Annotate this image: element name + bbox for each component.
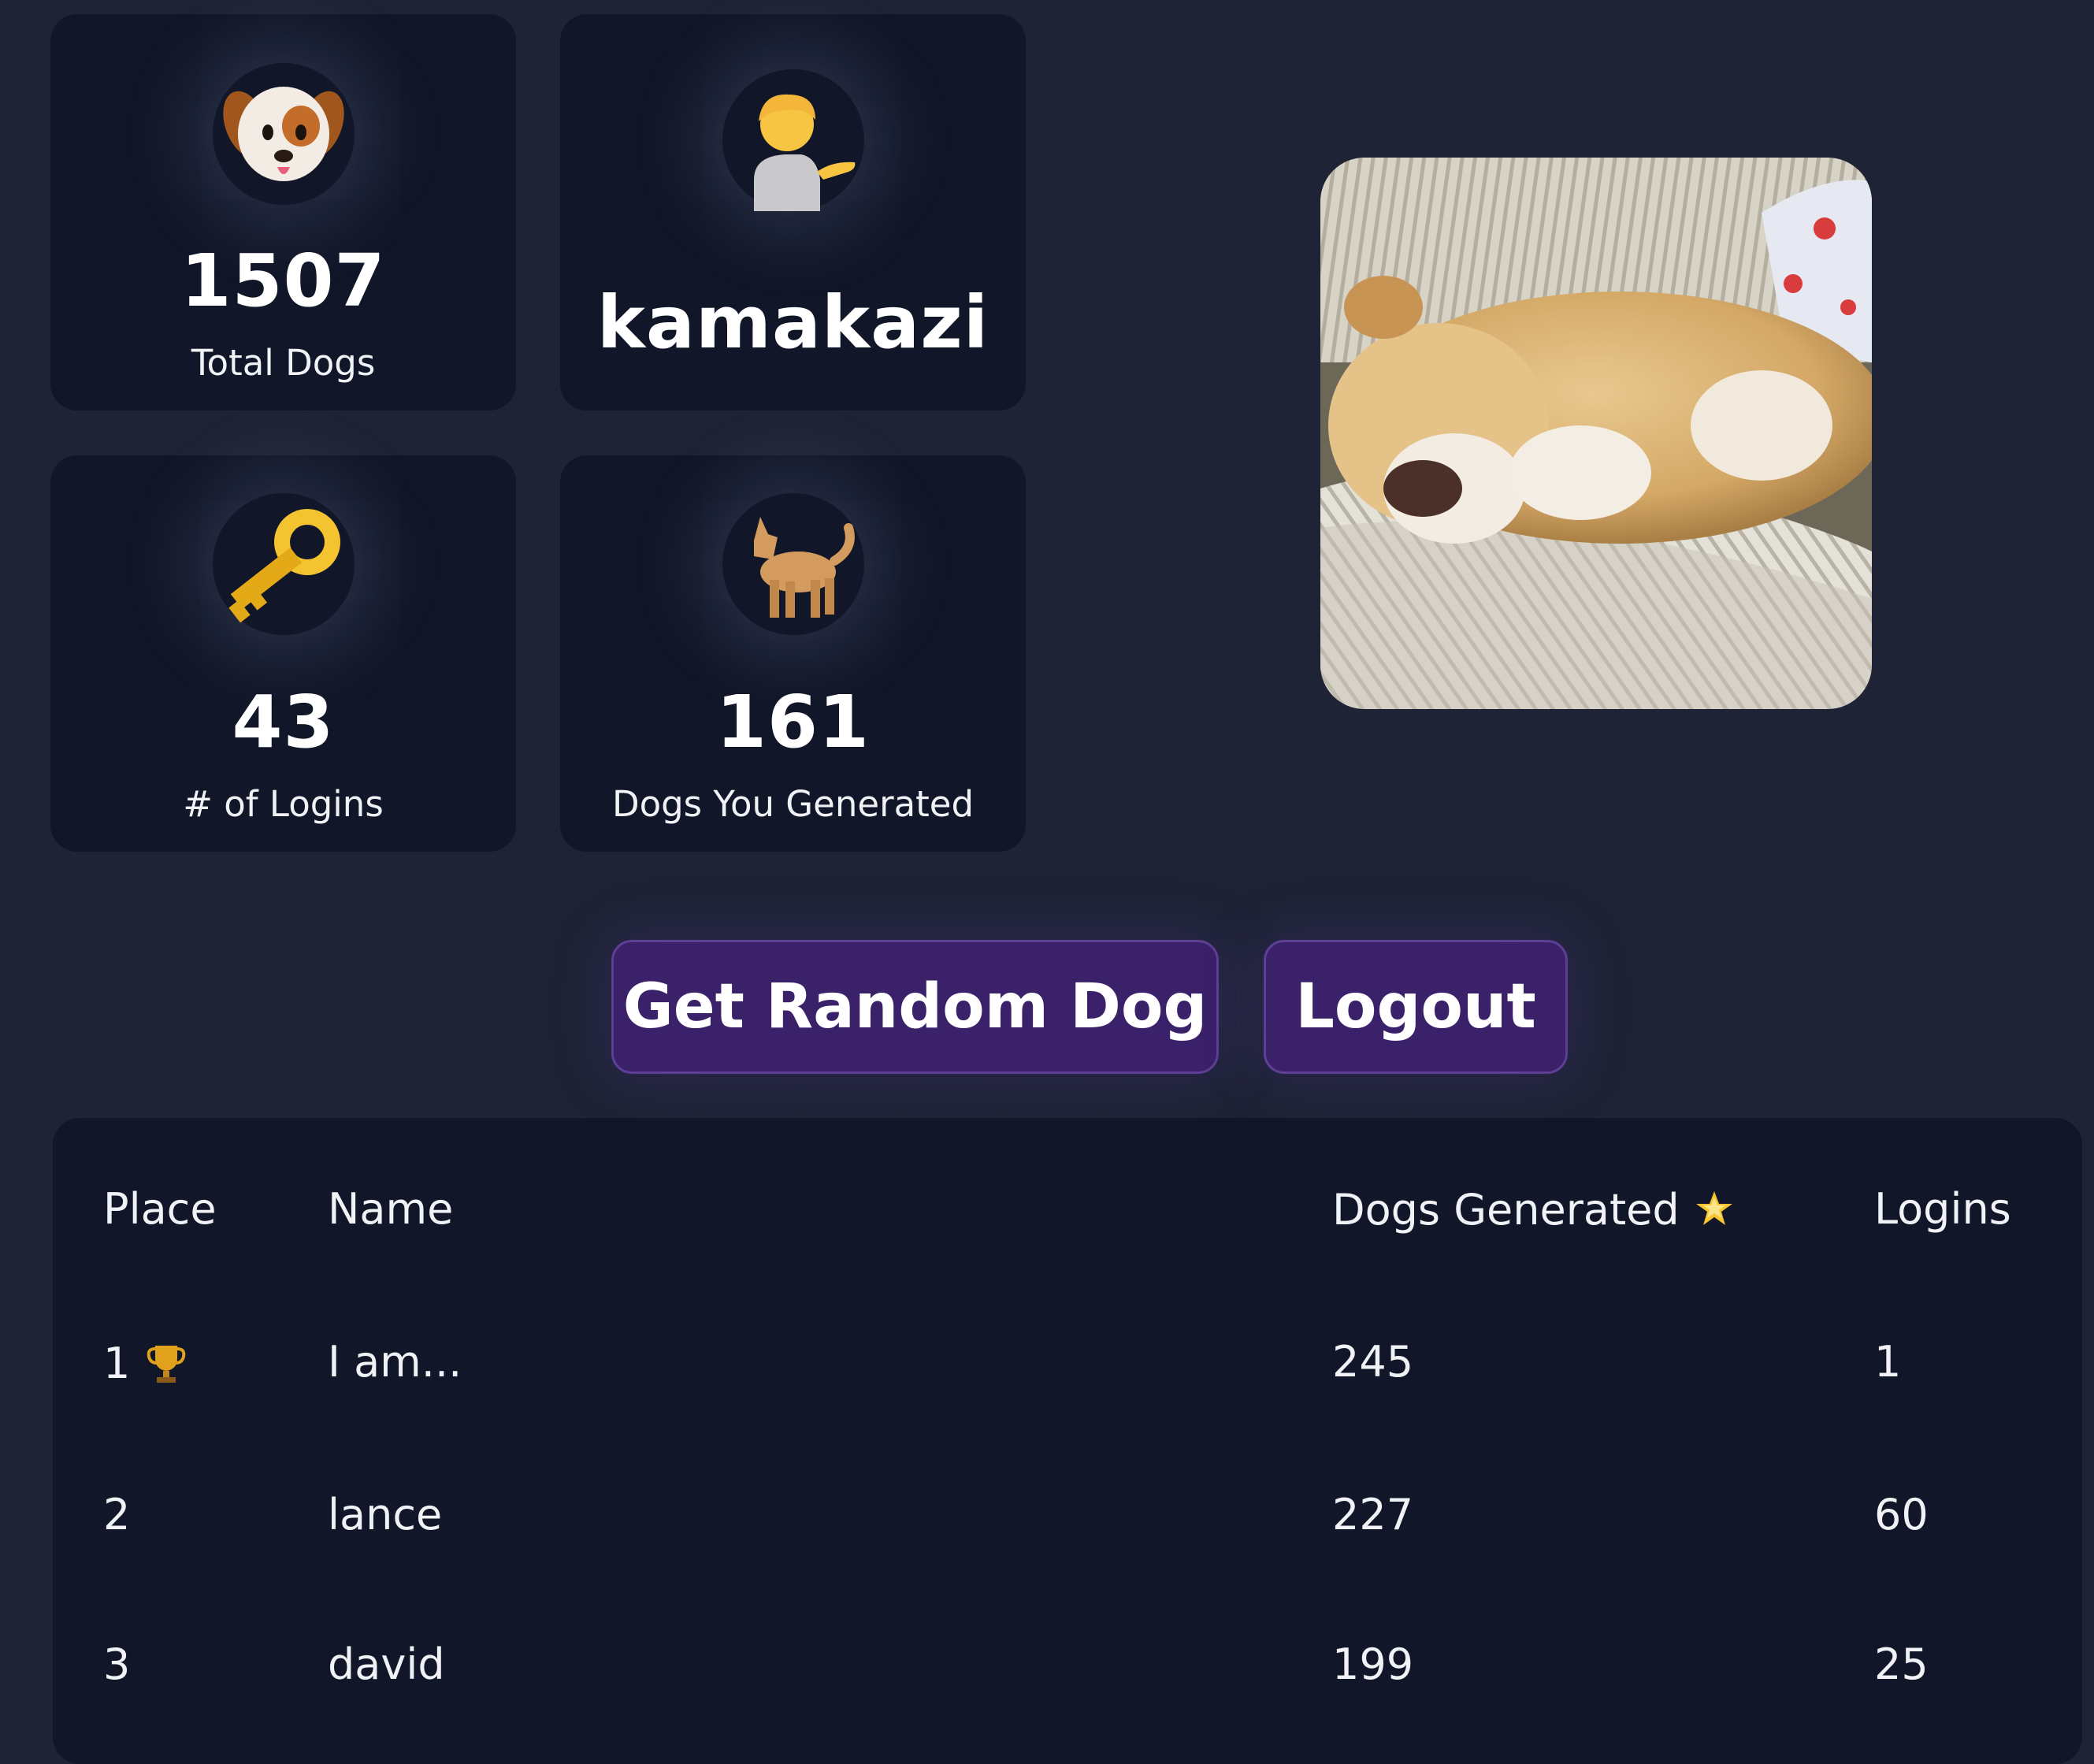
dog-icon — [722, 493, 864, 635]
dog-face-icon — [213, 63, 355, 205]
generated-card: 161 Dogs You Generated — [560, 455, 1026, 852]
total-dogs-label: Total Dogs — [191, 342, 376, 384]
header-logins: Logins — [1874, 1184, 2011, 1234]
person-tipping-hand-icon — [722, 69, 864, 211]
leaderboard-table: Place Name Dogs Generated Logins 1 I am.… — [53, 1118, 2082, 1764]
logins-label: # of Logins — [183, 783, 384, 825]
header-place: Place — [103, 1184, 217, 1234]
username-card: kamakazi — [560, 14, 1026, 410]
generated-value: 161 — [715, 680, 871, 764]
logins-card: 43 # of Logins — [50, 455, 516, 852]
row-3-logins: 25 — [1874, 1640, 1929, 1689]
username-value: kamakazi — [596, 280, 989, 365]
header-name: Name — [328, 1184, 454, 1234]
get-random-dog-button[interactable]: Get Random Dog — [611, 940, 1219, 1074]
total-dogs-card: 1507 Total Dogs — [50, 14, 516, 410]
row-2-dogs: 227 — [1332, 1490, 1414, 1539]
row-3-dogs: 199 — [1332, 1640, 1414, 1689]
header-dogs-generated: Dogs Generated — [1332, 1188, 1736, 1238]
trophy-icon — [144, 1341, 188, 1392]
row-1-place: 1 — [103, 1341, 188, 1392]
row-1-logins: 1 — [1874, 1337, 1902, 1387]
row-2-logins: 60 — [1874, 1490, 1929, 1539]
header-dogs-label: Dogs Generated — [1332, 1185, 1680, 1235]
row-2-place: 2 — [103, 1490, 131, 1539]
row-1-name: I am... — [328, 1337, 462, 1387]
row-1-dogs: 245 — [1332, 1337, 1414, 1387]
row-3-name: david — [328, 1640, 445, 1689]
row-2-name: lance — [328, 1490, 443, 1539]
logout-button[interactable]: Logout — [1264, 940, 1568, 1074]
row-place-number: 1 — [103, 1339, 131, 1389]
logins-value: 43 — [232, 680, 335, 764]
dog-photo-image — [1320, 158, 1872, 709]
glowing-star-icon — [1693, 1188, 1736, 1238]
generated-label: Dogs You Generated — [611, 783, 975, 825]
key-icon — [213, 493, 355, 635]
total-dogs-value: 1507 — [180, 239, 386, 323]
row-3-place: 3 — [103, 1640, 131, 1689]
